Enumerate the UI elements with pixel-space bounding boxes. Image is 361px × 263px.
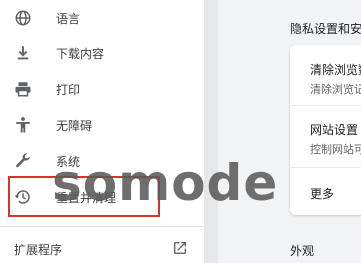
- section-title-appearance: 外观: [290, 244, 315, 258]
- row-title: 清除浏览数据: [310, 63, 361, 77]
- section-title-privacy: 隐私设置和安全性: [290, 22, 361, 36]
- privacy-card: 清除浏览数据 清除浏览记录 网站设置 控制网站可以 更多: [290, 45, 361, 215]
- open-in-new-icon: [172, 240, 188, 256]
- download-icon: [14, 44, 32, 62]
- sidebar-item-system[interactable]: 系统: [0, 143, 204, 179]
- sidebar-item-language[interactable]: 语言: [0, 0, 204, 36]
- printer-icon: [14, 80, 32, 98]
- card-divider: [290, 167, 361, 168]
- pane-divider: [204, 0, 218, 263]
- clear-browsing-data-row[interactable]: 清除浏览数据 清除浏览记录: [310, 61, 361, 97]
- row-subtitle: 控制网站可以: [310, 143, 361, 156]
- sidebar-divider: [0, 226, 204, 227]
- sidebar-item-extensions[interactable]: 扩展程序: [0, 237, 204, 261]
- row-title: 网站设置: [310, 123, 359, 137]
- sidebar-item-label: 无障碍: [56, 118, 93, 133]
- wrench-icon: [14, 152, 32, 170]
- sidebar-item-printing[interactable]: 打印: [0, 71, 204, 107]
- settings-sidebar: 语言 下载内容 打印 无障碍 系统 重置并清理 扩展程序: [0, 0, 204, 263]
- sidebar-item-accessibility[interactable]: 无障碍: [0, 107, 204, 143]
- card-divider: [290, 105, 361, 106]
- sidebar-item-label: 扩展程序: [14, 243, 63, 257]
- sidebar-item-label: 系统: [56, 154, 81, 169]
- globe-icon: [14, 9, 32, 27]
- site-settings-row[interactable]: 网站设置 控制网站可以: [310, 121, 361, 157]
- sidebar-item-label: 下载内容: [56, 46, 105, 61]
- sidebar-item-downloads[interactable]: 下载内容: [0, 35, 204, 71]
- settings-main: 隐私设置和安全性 清除浏览数据 清除浏览记录 网站设置 控制网站可以 更多 外观: [218, 0, 361, 263]
- more-expander[interactable]: 更多: [310, 185, 334, 202]
- highlight-box: [8, 176, 160, 217]
- row-subtitle: 清除浏览记录: [310, 83, 361, 96]
- accessibility-icon: [14, 116, 32, 134]
- sidebar-item-label: 语言: [56, 11, 81, 26]
- sidebar-item-label: 打印: [56, 82, 81, 97]
